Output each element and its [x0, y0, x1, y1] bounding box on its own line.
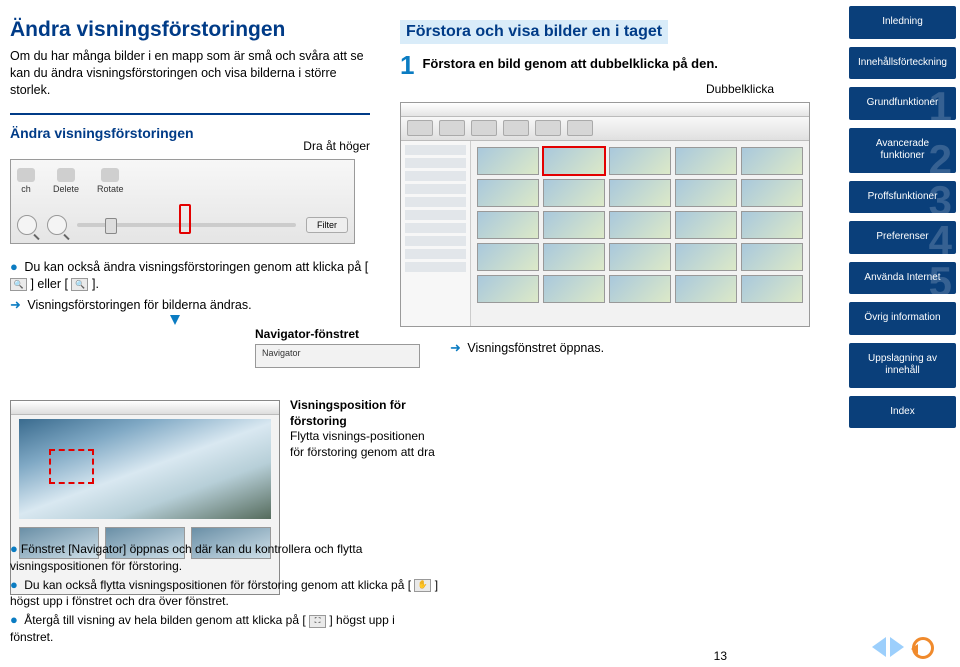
sidebar-item-label: Inledning: [882, 16, 923, 27]
sidebar-item-advanced[interactable]: Avancerade funktioner 2: [849, 128, 956, 173]
navigator-box: Navigator: [255, 344, 420, 368]
info-block: Visningsposition för förstoring Flytta v…: [290, 398, 440, 460]
sidebar-item-label: Avancerade funktioner: [876, 138, 929, 162]
nav-undo-icon[interactable]: [912, 637, 934, 659]
note-text: Visningsförstoringen för bilderna ändras…: [27, 298, 251, 312]
info-heading: Visningsposition för förstoring: [290, 398, 440, 429]
step-caption: Dubbelklicka: [400, 82, 774, 96]
section-title: Förstora och visa bilder en i taget: [400, 20, 668, 44]
note-text: ] eller [: [30, 277, 68, 291]
sidebar-item-label: Preferenser: [876, 231, 928, 242]
open-note: Visningsfönstret öppnas.: [467, 341, 604, 355]
sidebar-item-prefs[interactable]: Preferenser 4: [849, 221, 956, 254]
sidebar-item-label: Index: [890, 406, 914, 417]
hand-icon: ✋: [414, 579, 431, 592]
sidebar-item-pro[interactable]: Proffsfunktioner 3: [849, 181, 956, 214]
toolbar-label: Delete: [53, 184, 79, 194]
filter-button: Filter: [306, 217, 348, 233]
step-number: 1: [400, 52, 414, 78]
sidebar-item-internet[interactable]: Använda Internet 5: [849, 262, 956, 295]
sidebar-item-num: 4: [929, 221, 952, 254]
sidebar: Inledning Innehållsförteckning Grundfunk…: [845, 0, 960, 667]
note-text: Återgå till visning av hela bilden genom…: [24, 613, 306, 627]
sidebar-item-label: Innehållsförteckning: [858, 57, 947, 68]
arrow-icon: [170, 315, 180, 325]
info-body: Flytta visnings-positionen för förstorin…: [290, 429, 440, 460]
zoom-in-icon: [47, 215, 67, 235]
note-text: Du kan också ändra visningsförstoringen …: [24, 260, 368, 274]
sidebar-item-label: Övrig information: [864, 312, 940, 323]
toolbar-label: Rotate: [97, 184, 124, 194]
app-screenshot: [400, 102, 810, 327]
toolbar-screenshot: ch Delete Rotate Filter: [10, 159, 355, 244]
nav-prev-icon[interactable]: [872, 637, 886, 657]
step-text: Förstora en bild genom att dubbelklicka …: [422, 56, 717, 71]
sidebar-item-label: Proffsfunktioner: [868, 191, 938, 202]
navigator-window: Navigator-fönstret Navigator: [255, 327, 420, 368]
sidebar-item-intro[interactable]: Inledning: [849, 6, 956, 39]
zoom-out-inline-icon: 🔍: [71, 278, 88, 291]
page-number: 13: [697, 649, 727, 663]
sidebar-item-num: 3: [929, 181, 952, 214]
sidebar-item-num: 1: [929, 87, 952, 120]
navigator-label: Navigator-fönstret: [255, 327, 420, 341]
nav-arrows: [849, 633, 956, 663]
zoom-in-inline-icon: 🔍: [10, 278, 27, 291]
note-text: ].: [92, 277, 99, 291]
zoom-out-icon: [17, 215, 37, 235]
note-text: Du kan också flytta visningspositionen f…: [24, 578, 411, 592]
sidebar-item-label: Grundfunktioner: [867, 97, 939, 108]
sidebar-item-basic[interactable]: Grundfunktioner 1: [849, 87, 956, 120]
sidebar-item-other[interactable]: Övrig information: [849, 302, 956, 335]
sidebar-item-lookup[interactable]: Uppslagning av innehåll: [849, 343, 956, 388]
notes-list: ● Du kan också ändra visningsförstoringe…: [10, 258, 380, 315]
note-text: Fönstret [Navigator] öppnas och där kan …: [10, 542, 362, 573]
sidebar-item-toc[interactable]: Innehållsförteckning: [849, 47, 956, 80]
drag-label: Dra åt höger: [10, 139, 370, 153]
bottom-notes: ●Fönstret [Navigator] öppnas och där kan…: [10, 540, 440, 647]
sidebar-item-num: 2: [929, 134, 952, 173]
sidebar-item-num: 5: [929, 262, 952, 295]
selection-box: [49, 449, 94, 484]
highlight-box: [179, 204, 191, 234]
toolbar-label: ch: [21, 184, 31, 194]
fit-icon: ⛶: [309, 615, 326, 628]
nav-next-icon[interactable]: [890, 637, 904, 657]
sidebar-item-label: Uppslagning av innehåll: [868, 353, 937, 377]
highlighted-thumb: [543, 147, 605, 175]
sidebar-item-index[interactable]: Index: [849, 396, 956, 429]
lead-text: Om du har många bilder i en mapp som är …: [10, 48, 370, 99]
